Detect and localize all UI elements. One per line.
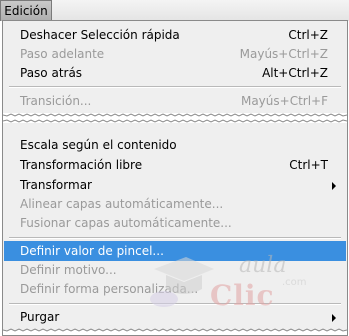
menu-break-bottom	[3, 328, 347, 335]
menu-item-label: Escala según el contenido	[20, 138, 177, 152]
menu-item-label: Fusionar capas automáticamente...	[20, 216, 232, 230]
menu-item-shortcut: Alt+Ctrl+Z	[262, 66, 328, 80]
menu-item-label: Transformar	[20, 178, 92, 192]
menu-separator	[9, 86, 341, 88]
menu-item-label: Definir valor de pincel...	[20, 244, 164, 258]
menu-item-label: Transición...	[20, 94, 92, 108]
menu-bar: Edición	[0, 0, 349, 21]
menu-item-transformacion-libre[interactable]: Transformación libre Ctrl+T	[4, 155, 346, 175]
menu-item-label: Deshacer Selección rápida	[20, 28, 180, 42]
menu-item-label: Transformación libre	[20, 158, 143, 172]
menu-item-label: Paso adelante	[20, 47, 105, 61]
submenu-arrow-icon	[332, 314, 336, 322]
menu-item-transformar[interactable]: Transformar	[4, 175, 346, 195]
menu-item-shortcut: Mayús+Ctrl+F	[240, 94, 328, 108]
menu-item-shortcut: Mayús+Ctrl+Z	[239, 47, 328, 61]
menu-item-paso-atras[interactable]: Paso atrás Alt+Ctrl+Z	[4, 63, 346, 83]
watermark-clic-text: Clic	[210, 279, 275, 312]
menu-edicion[interactable]: Edición	[0, 0, 52, 21]
menu-break	[3, 113, 347, 123]
submenu-arrow-icon	[332, 182, 336, 190]
menu-item-label: Alinear capas automáticamente...	[20, 197, 224, 211]
menu-item-escala-contenido[interactable]: Escala según el contenido	[4, 135, 346, 155]
watermark-com-text: .com	[282, 277, 307, 288]
menu-item-label: Purgar	[20, 310, 60, 324]
menu-item-shortcut: Ctrl+T	[289, 158, 328, 172]
aulaclic-watermark: aula .com Clic	[150, 247, 320, 322]
menu-item-shortcut: Ctrl+Z	[288, 28, 328, 42]
menu-item-alinear-capas: Alinear capas automáticamente...	[4, 194, 346, 214]
watermark-aula-text: aula	[239, 253, 287, 278]
menu-item-transicion: Transición... Mayús+Ctrl+F	[4, 91, 346, 111]
menu-item-label: Definir motivo...	[20, 263, 117, 277]
menu-item-fusionar-capas: Fusionar capas automáticamente...	[4, 213, 346, 233]
menu-item-deshacer[interactable]: Deshacer Selección rápida Ctrl+Z	[4, 25, 346, 45]
graduation-cap-icon	[150, 257, 214, 307]
menu-item-label: Paso atrás	[20, 66, 83, 80]
menu-separator	[9, 237, 341, 239]
menu-item-paso-adelante: Paso adelante Mayús+Ctrl+Z	[4, 44, 346, 64]
